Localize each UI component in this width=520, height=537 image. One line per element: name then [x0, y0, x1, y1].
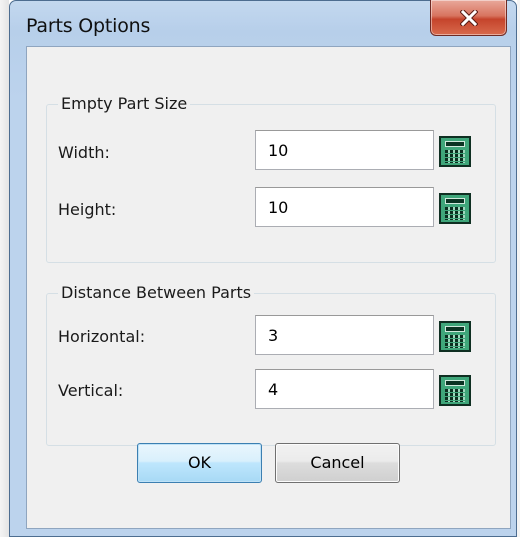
- calculator-icon: [445, 141, 465, 147]
- horizontal-calculator-button[interactable]: [439, 321, 471, 352]
- calculator-icon: [445, 380, 465, 386]
- close-button[interactable]: [430, 0, 507, 36]
- horizontal-label: Horizontal:: [58, 327, 146, 346]
- calculator-icon: [445, 326, 465, 332]
- dialog-client-area: Empty Part Size Width: Height: Distance …: [26, 46, 511, 529]
- calculator-keys: [445, 389, 465, 402]
- width-input[interactable]: [255, 130, 434, 170]
- calculator-icon: [445, 198, 465, 204]
- height-calculator-button[interactable]: [439, 193, 471, 224]
- cancel-button[interactable]: Cancel: [275, 443, 400, 483]
- width-label: Width:: [58, 143, 110, 162]
- ok-button[interactable]: OK: [137, 443, 262, 483]
- horizontal-input[interactable]: [255, 315, 434, 355]
- calculator-keys: [445, 207, 465, 220]
- background-window: [0, 0, 9, 537]
- vertical-input[interactable]: [255, 369, 434, 409]
- empty-part-size-label: Empty Part Size: [58, 94, 191, 113]
- dialog-title: Parts Options: [26, 15, 151, 37]
- calculator-keys: [445, 150, 465, 163]
- parts-options-dialog: Parts Options Empty Part Size Width: Hei…: [9, 0, 517, 537]
- distance-between-parts-label: Distance Between Parts: [58, 283, 255, 302]
- empty-part-size-group: Empty Part Size Width: Height:: [46, 94, 496, 263]
- vertical-label: Vertical:: [58, 381, 124, 400]
- distance-between-parts-group: Distance Between Parts Horizontal: Verti…: [46, 283, 496, 446]
- calculator-keys: [445, 335, 465, 348]
- close-icon: [459, 9, 478, 26]
- width-calculator-button[interactable]: [439, 136, 471, 167]
- height-input[interactable]: [255, 187, 434, 227]
- height-label: Height:: [58, 200, 117, 219]
- vertical-calculator-button[interactable]: [439, 375, 471, 406]
